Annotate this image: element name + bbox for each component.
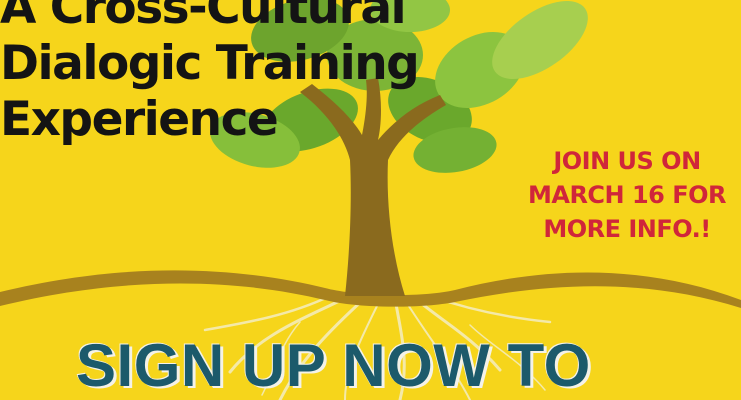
event-poster: A Cross-Cultural Dialogic Training Exper… xyxy=(0,0,741,400)
headline-line: Experience xyxy=(0,92,279,147)
poster-headline: A Cross-Cultural Dialogic Training Exper… xyxy=(0,0,420,148)
callout-line: MARCH 16 FOR xyxy=(527,181,727,209)
headline-line: A Cross-Cultural xyxy=(0,0,407,35)
callout-line: JOIN US ON xyxy=(553,147,701,175)
event-callout: JOIN US ON MARCH 16 FOR MORE INFO.! xyxy=(520,144,734,246)
callout-line: MORE INFO.! xyxy=(543,215,711,243)
signup-call-to-action: SIGN UP NOW TO xyxy=(76,332,591,399)
headline-line: Dialogic Training xyxy=(0,36,420,91)
